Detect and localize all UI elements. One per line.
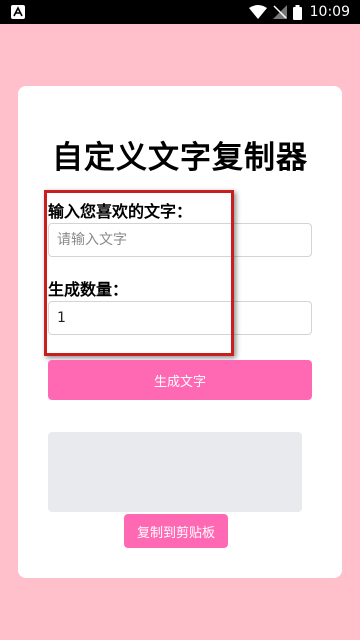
copy-to-clipboard-button[interactable]: 复制到剪贴板: [124, 514, 228, 548]
status-time: 10:09: [309, 4, 350, 20]
count-label: 生成数量：: [48, 280, 129, 299]
page-title: 自定义文字复制器: [52, 140, 308, 176]
count-input[interactable]: [48, 301, 312, 335]
status-icons: 10:09: [248, 0, 350, 24]
app-notification-icon: [11, 5, 25, 19]
no-signal-icon: [272, 5, 287, 19]
wifi-icon: [248, 5, 267, 19]
generate-button[interactable]: 生成文字: [48, 360, 312, 400]
output-area: [48, 432, 302, 512]
main-card: 自定义文字复制器 输入您喜欢的文字： 生成数量： 生成文字 复制到剪贴板: [18, 86, 342, 578]
battery-icon: [292, 4, 302, 20]
text-input[interactable]: [48, 223, 312, 257]
text-input-label: 输入您喜欢的文字：: [48, 202, 193, 221]
status-bar: 10:09: [0, 0, 360, 24]
